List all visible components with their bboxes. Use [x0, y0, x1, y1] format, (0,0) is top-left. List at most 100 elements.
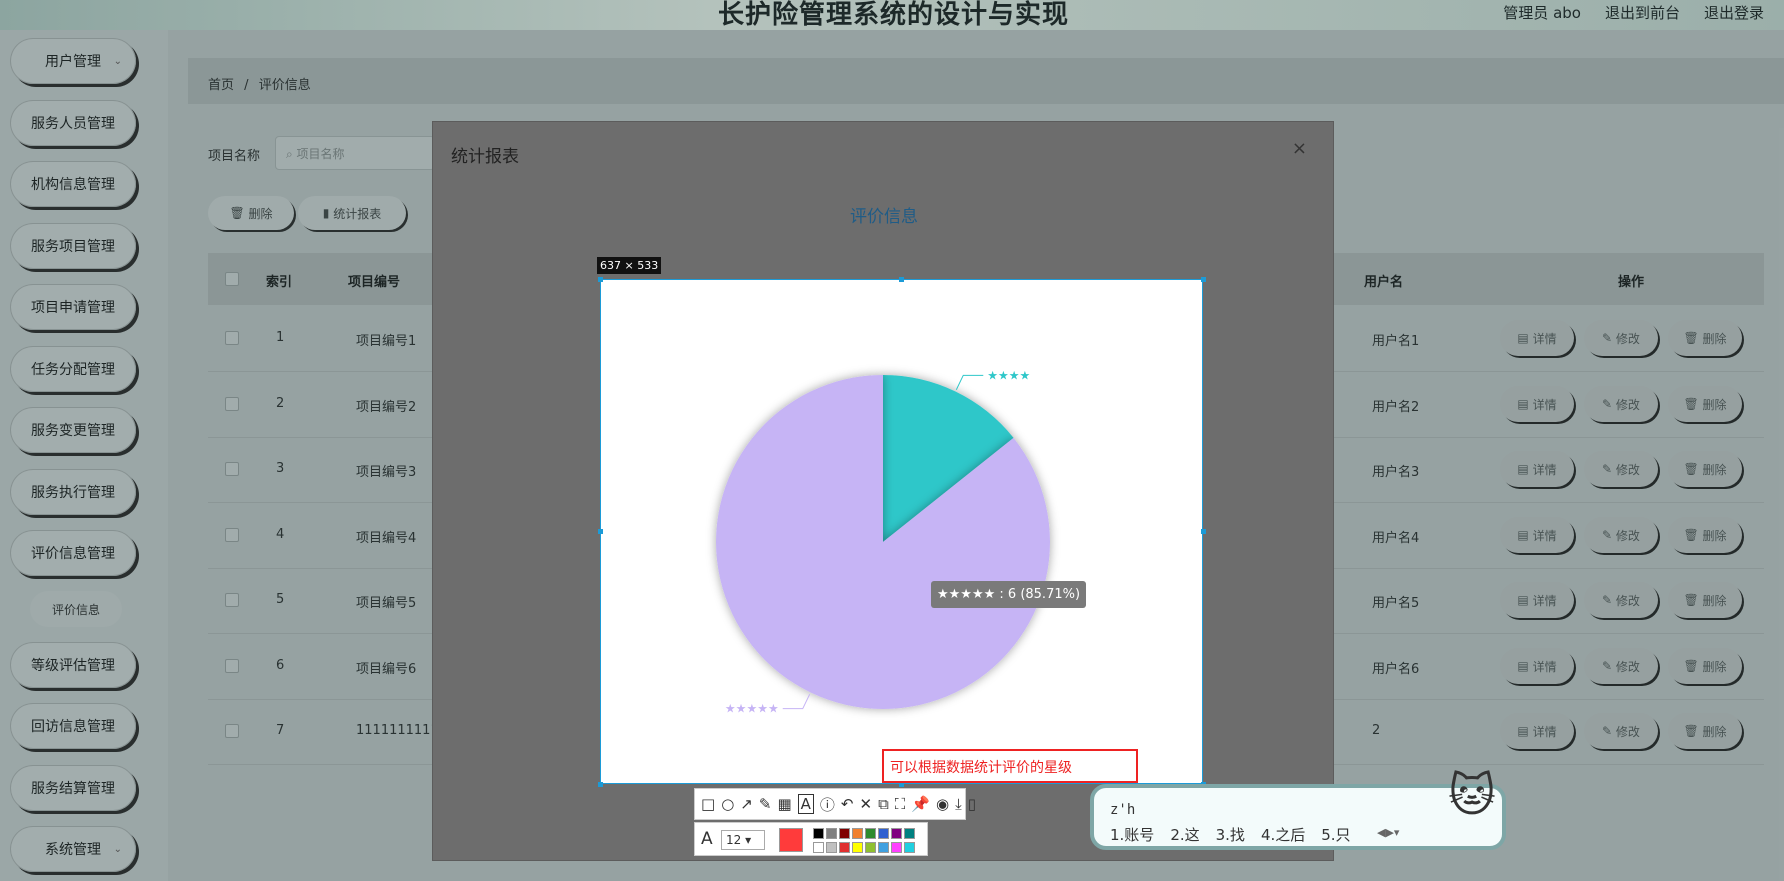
- edit-button[interactable]: ✎ 修改: [1584, 320, 1658, 356]
- edit-button[interactable]: ✎ 修改: [1584, 386, 1658, 422]
- detail-button[interactable]: ▤ 详情: [1500, 713, 1574, 749]
- stats-report-button[interactable]: ▮ 统计报表: [298, 196, 406, 230]
- sidebar-item-followups[interactable]: 回访信息管理: [10, 703, 136, 749]
- resize-handle[interactable]: [1201, 277, 1206, 282]
- color-swatch[interactable]: [826, 842, 837, 853]
- row-checkbox[interactable]: [225, 462, 239, 476]
- row-delete-button[interactable]: 🗑 删除: [1668, 451, 1742, 487]
- ime-candidate[interactable]: 5.只: [1321, 824, 1350, 845]
- row-delete-button[interactable]: 🗑 删除: [1668, 517, 1742, 553]
- number-tool-icon[interactable]: ⓘ: [820, 794, 835, 815]
- detail-button[interactable]: ▤ 详情: [1500, 648, 1574, 684]
- close-icon[interactable]: ×: [1292, 138, 1307, 159]
- color-swatch[interactable]: [852, 842, 863, 853]
- sidebar-item-project-applications[interactable]: 项目申请管理: [10, 284, 136, 330]
- sidebar-item-system[interactable]: 系统管理 ⌄: [10, 826, 136, 872]
- text-tool-icon[interactable]: A: [797, 794, 814, 814]
- detail-button[interactable]: ▤ 详情: [1500, 451, 1574, 487]
- row-checkbox[interactable]: [225, 397, 239, 411]
- sidebar-item-task-assignment[interactable]: 任务分配管理: [10, 346, 136, 392]
- sidebar-subitem-evaluation-info[interactable]: 评价信息: [30, 591, 122, 627]
- pin-icon[interactable]: 📌: [911, 795, 930, 813]
- color-swatch[interactable]: [904, 828, 915, 839]
- edit-button[interactable]: ✎ 修改: [1584, 451, 1658, 487]
- row-checkbox[interactable]: [225, 724, 239, 738]
- sidebar-item-staff[interactable]: 服务人员管理: [10, 100, 136, 146]
- resize-handle[interactable]: [598, 277, 603, 282]
- phone-icon[interactable]: ▯: [968, 795, 976, 813]
- sidebar-item-evaluations[interactable]: 评价信息管理: [10, 530, 136, 576]
- detail-button[interactable]: ▤ 详情: [1500, 320, 1574, 356]
- sidebar-item-users[interactable]: 用户管理 ⌄: [10, 38, 136, 84]
- arrow-tool-icon[interactable]: ↗: [740, 795, 753, 813]
- detail-button[interactable]: ▤ 详情: [1500, 582, 1574, 618]
- bulk-delete-button[interactable]: 🗑 删除: [208, 196, 294, 230]
- row-delete-button[interactable]: 🗑 删除: [1668, 386, 1742, 422]
- row-checkbox[interactable]: [225, 659, 239, 673]
- sidebar-item-service-changes[interactable]: 服务变更管理: [10, 407, 136, 453]
- font-size-select[interactable]: 12 ▾: [721, 830, 765, 850]
- logout-link[interactable]: 退出登录: [1704, 2, 1764, 23]
- color-swatch[interactable]: [813, 842, 824, 853]
- header-code[interactable]: 项目编号: [348, 271, 400, 290]
- header-username[interactable]: 用户名: [1364, 271, 1403, 290]
- record-icon[interactable]: ◉: [936, 795, 949, 813]
- edit-button[interactable]: ✎ 修改: [1584, 713, 1658, 749]
- color-swatch[interactable]: [839, 828, 850, 839]
- sidebar-item-institutions[interactable]: 机构信息管理: [10, 161, 136, 207]
- color-swatch[interactable]: [813, 828, 824, 839]
- color-swatch[interactable]: [852, 828, 863, 839]
- ime-candidate[interactable]: 4.之后: [1261, 824, 1305, 845]
- color-swatch[interactable]: [891, 842, 902, 853]
- sidebar-item-settlement[interactable]: 服务结算管理: [10, 765, 136, 811]
- row-checkbox[interactable]: [225, 331, 239, 345]
- pen-tool-icon[interactable]: ✎: [759, 795, 772, 813]
- ime-page-arrows-icon[interactable]: ◀▶▾: [1377, 826, 1399, 839]
- row-delete-button[interactable]: 🗑 删除: [1668, 713, 1742, 749]
- resize-handle[interactable]: [1201, 529, 1206, 534]
- exit-to-front-link[interactable]: 退出到前台: [1605, 2, 1680, 23]
- download-icon[interactable]: ⤓: [955, 795, 962, 813]
- ime-candidate[interactable]: 2.这: [1170, 824, 1199, 845]
- sidebar-item-service-execution[interactable]: 服务执行管理: [10, 469, 136, 515]
- search-input[interactable]: ⌕ 项目名称: [275, 136, 435, 170]
- edit-button[interactable]: ✎ 修改: [1584, 648, 1658, 684]
- ime-candidate[interactable]: 3.找: [1216, 824, 1245, 845]
- edit-button[interactable]: ✎ 修改: [1584, 517, 1658, 553]
- breadcrumb-home[interactable]: 首页: [208, 78, 234, 93]
- color-swatch[interactable]: [891, 828, 902, 839]
- detail-button[interactable]: ▤ 详情: [1500, 517, 1574, 553]
- edit-button[interactable]: ✎ 修改: [1584, 582, 1658, 618]
- sidebar-item-service-projects[interactable]: 服务项目管理: [10, 223, 136, 269]
- header-index: 索引: [266, 275, 293, 290]
- row-delete-button[interactable]: 🗑 删除: [1668, 582, 1742, 618]
- sidebar-item-level-assessment[interactable]: 等级评估管理: [10, 642, 136, 688]
- color-swatch[interactable]: [826, 828, 837, 839]
- mosaic-tool-icon[interactable]: ▦: [777, 795, 791, 813]
- row-delete-button[interactable]: 🗑 删除: [1668, 648, 1742, 684]
- text-annotation[interactable]: 可以根据数据统计评价的星级: [882, 749, 1138, 783]
- row-checkbox[interactable]: [225, 593, 239, 607]
- detail-button[interactable]: ▤ 详情: [1500, 386, 1574, 422]
- ime-candidate[interactable]: 1.账号: [1110, 824, 1154, 845]
- color-swatch[interactable]: [878, 842, 889, 853]
- row-checkbox[interactable]: [225, 528, 239, 542]
- ellipse-tool-icon[interactable]: ○: [721, 795, 734, 813]
- cancel-icon[interactable]: ✕: [859, 795, 872, 813]
- color-swatch[interactable]: [904, 842, 915, 853]
- color-swatch[interactable]: [865, 828, 876, 839]
- ocr-icon[interactable]: ⧉: [878, 795, 889, 813]
- color-swatch[interactable]: [865, 842, 876, 853]
- color-swatch[interactable]: [839, 842, 850, 853]
- undo-icon[interactable]: ↶: [841, 795, 854, 813]
- capture-region[interactable]: ★★★★ ★★★★★: [600, 279, 1203, 784]
- rectangle-tool-icon[interactable]: □: [701, 795, 715, 813]
- color-swatch[interactable]: [878, 828, 889, 839]
- fullscreen-icon[interactable]: ⛶: [895, 795, 906, 813]
- active-color-swatch[interactable]: [779, 828, 803, 852]
- resize-handle[interactable]: [598, 782, 603, 787]
- resize-handle[interactable]: [598, 529, 603, 534]
- select-all-checkbox[interactable]: [225, 272, 239, 286]
- row-delete-button[interactable]: 🗑 删除: [1668, 320, 1742, 356]
- resize-handle[interactable]: [899, 277, 904, 282]
